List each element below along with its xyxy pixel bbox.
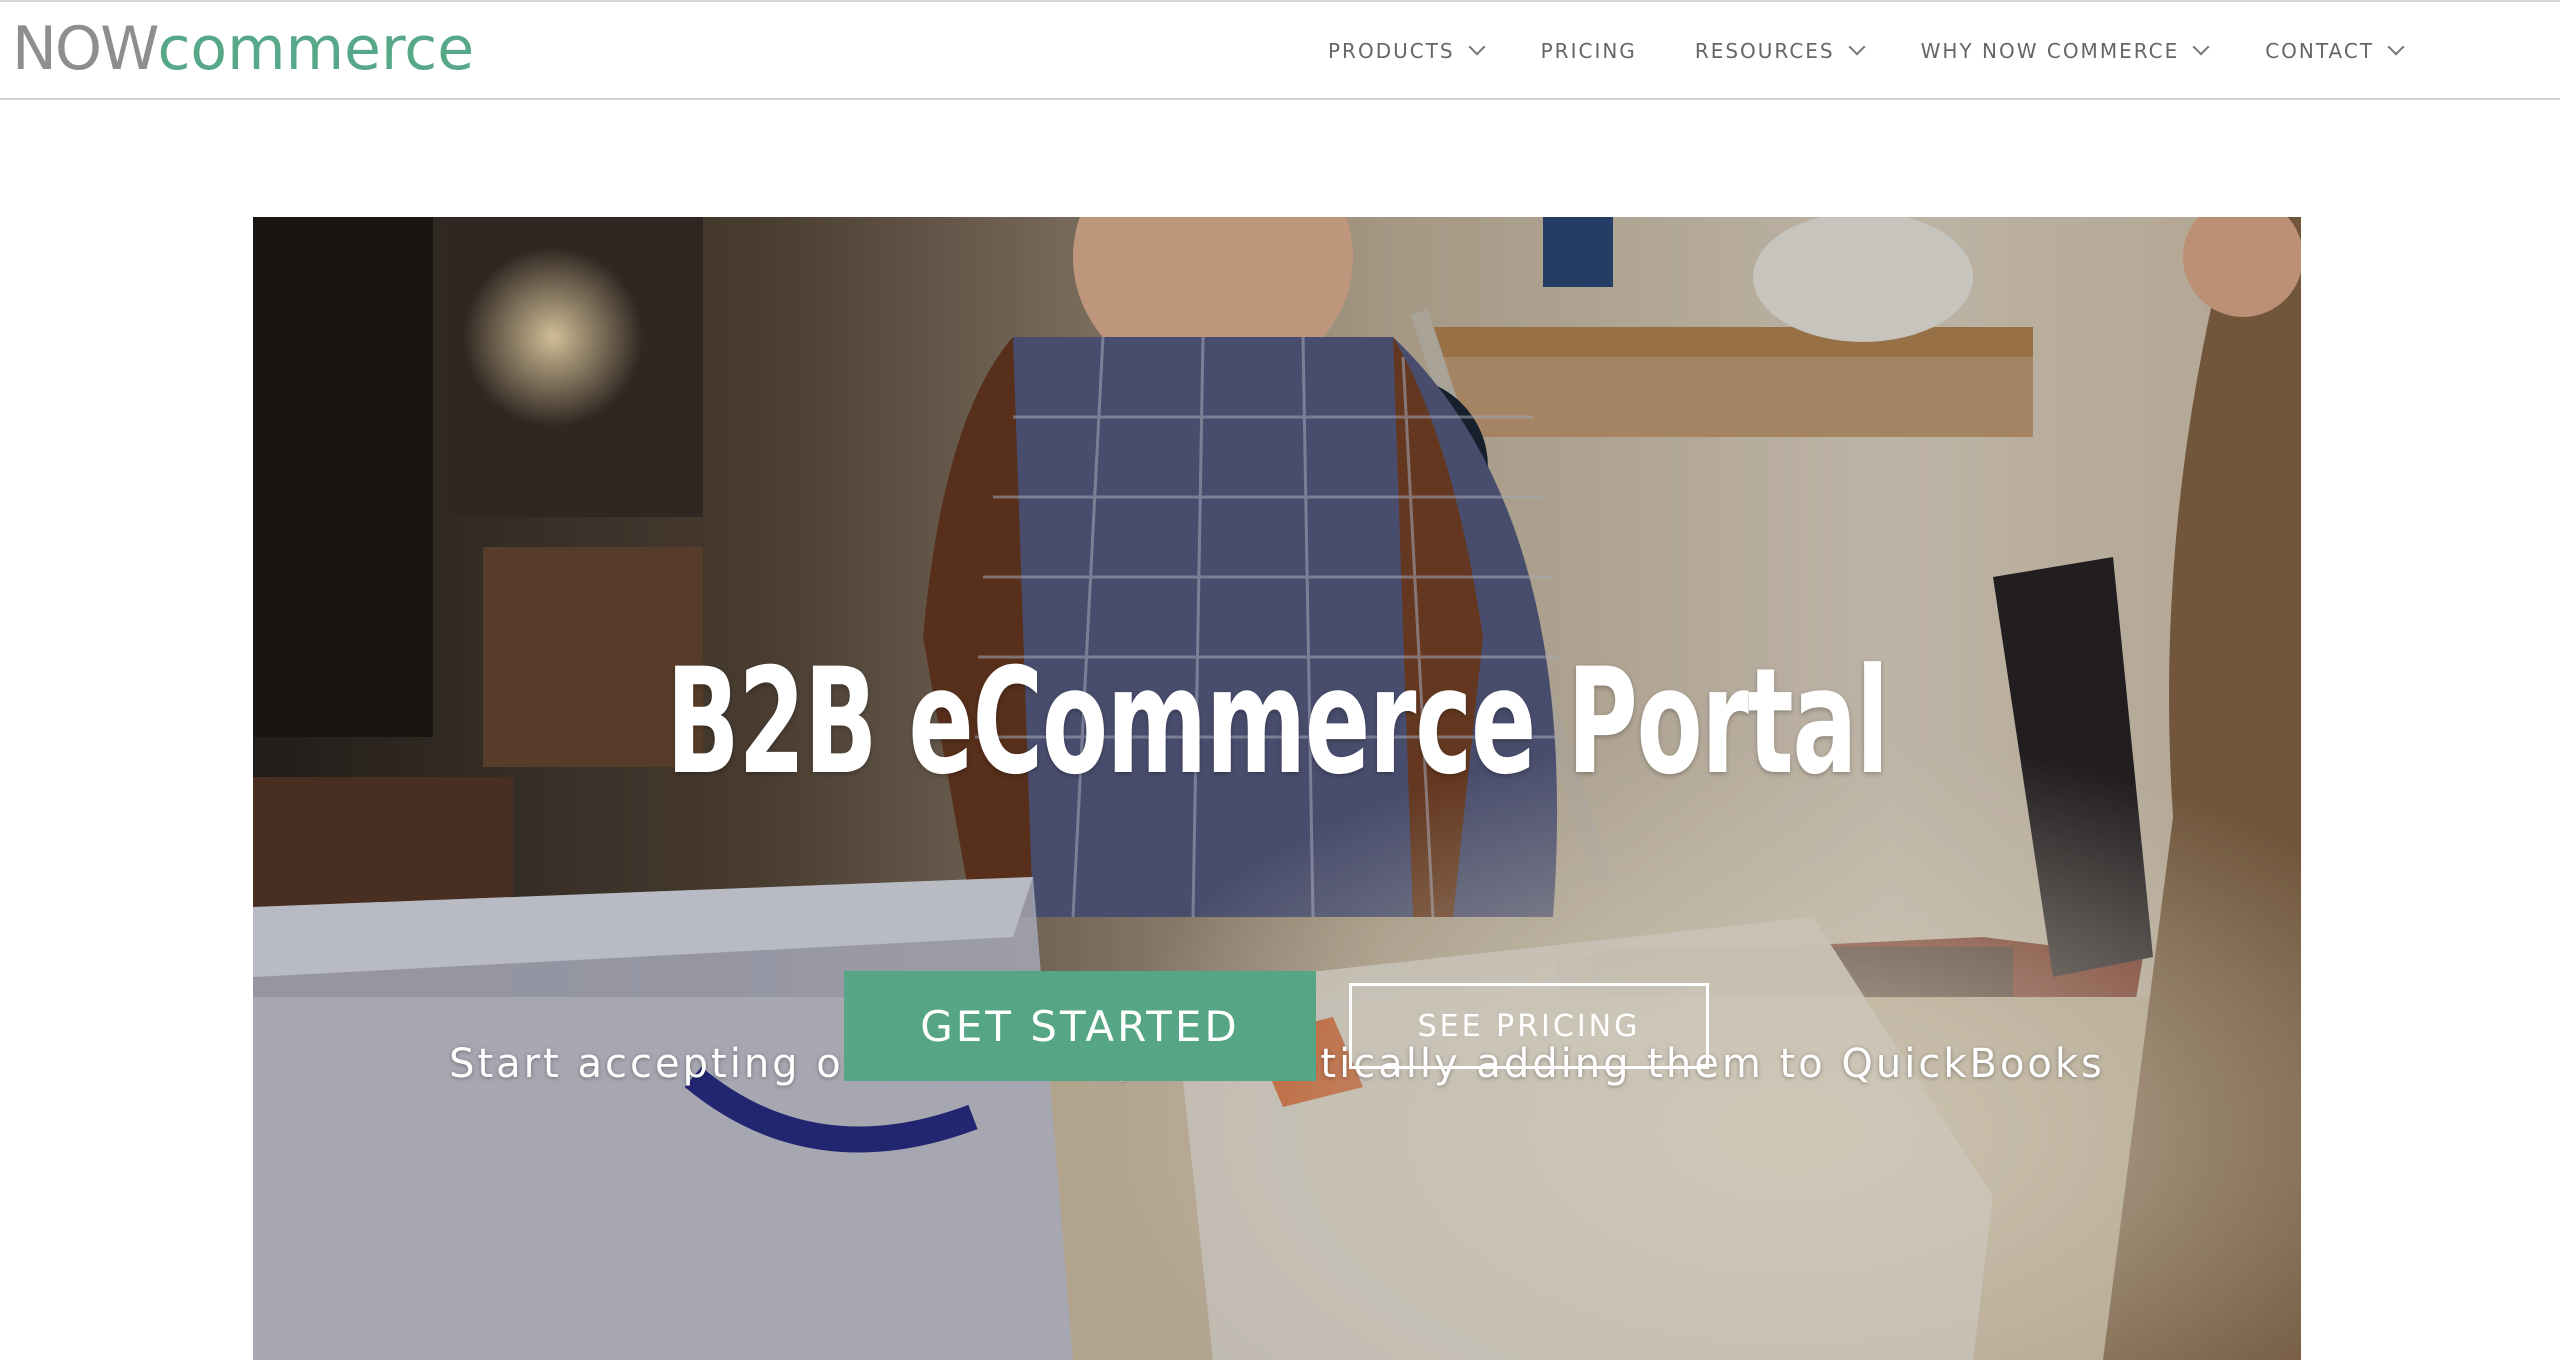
chevron-down-icon bbox=[2387, 38, 2405, 56]
main-nav: PRODUCTS PRICING RESOURCES WHY NOW COMME… bbox=[1328, 2, 2405, 100]
chevron-down-icon bbox=[1848, 38, 1866, 56]
logo[interactable]: NOW commerce bbox=[12, 16, 474, 82]
nav-pricing[interactable]: PRICING bbox=[1541, 39, 1637, 63]
nav-contact-label: CONTACT bbox=[2265, 39, 2375, 63]
nav-why-label: WHY NOW COMMERCE bbox=[1920, 39, 2180, 63]
nav-why-now-commerce[interactable]: WHY NOW COMMERCE bbox=[1920, 38, 2210, 63]
chevron-down-icon bbox=[2192, 38, 2210, 56]
nav-resources-label: RESOURCES bbox=[1694, 39, 1835, 63]
get-started-button[interactable]: GET STARTED bbox=[844, 971, 1316, 1081]
chevron-down-icon bbox=[1468, 38, 1486, 56]
logo-now-text: NOW bbox=[12, 14, 159, 84]
see-pricing-button[interactable]: SEE PRICING bbox=[1349, 983, 1709, 1069]
nav-products-label: PRODUCTS bbox=[1328, 39, 1455, 63]
nav-resources[interactable]: RESOURCES bbox=[1694, 38, 1866, 63]
nav-contact[interactable]: CONTACT bbox=[2265, 38, 2405, 63]
hero-section: B2B eCommerce Portal Start accepting onl… bbox=[253, 217, 2301, 1360]
nav-products[interactable]: PRODUCTS bbox=[1328, 38, 1486, 63]
hero-title: B2B eCommerce Portal bbox=[666, 637, 1889, 807]
nav-pricing-label: PRICING bbox=[1540, 39, 1637, 63]
site-header: NOW commerce PRODUCTS PRICING RESOURCES … bbox=[0, 0, 2560, 100]
logo-commerce-text: commerce bbox=[157, 14, 475, 84]
